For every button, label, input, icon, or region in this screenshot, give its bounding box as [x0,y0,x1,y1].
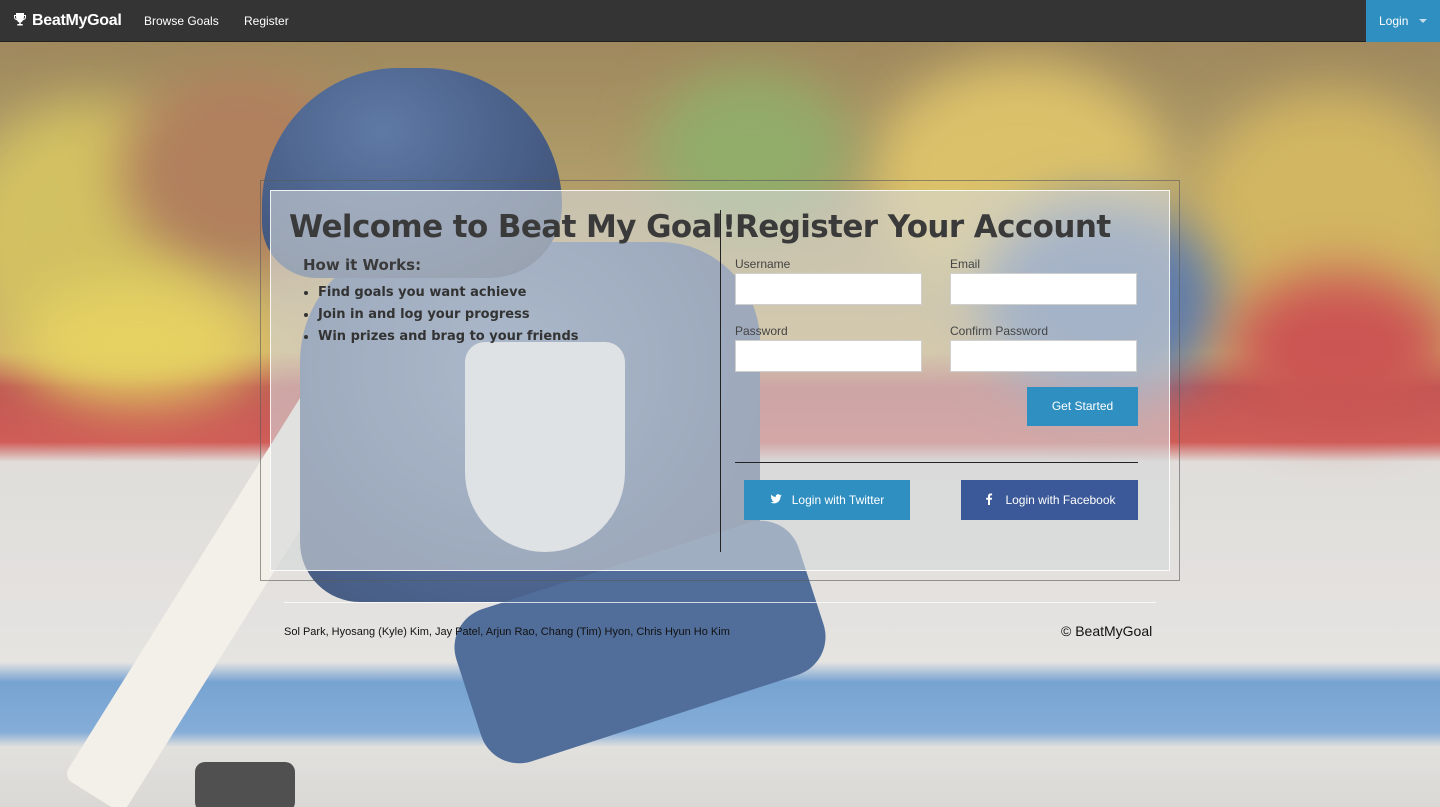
password-field[interactable] [735,340,922,372]
get-started-button[interactable]: Get Started [1027,387,1138,426]
username-label: Username [735,257,791,271]
login-label: Login [1379,14,1409,28]
how-it-works-list: Find goals you want achieve Join in and … [300,284,578,350]
trophy-icon [14,13,26,26]
confirm-password-label: Confirm Password [950,324,1049,338]
twitter-label: Login with Twitter [791,493,885,507]
welcome-title: Welcome to Beat My Goal! [289,209,736,245]
footer-copyright: © BeatMyGoal [1061,623,1153,639]
footer-divider [284,602,1156,603]
facebook-label: Login with Facebook [1005,493,1116,507]
list-item: Win prizes and brag to your friends [318,328,578,350]
list-item: Join in and log your progress [318,306,578,328]
email-label: Email [950,257,981,271]
register-title: Register Your Account [735,209,1111,245]
caret-down-icon [1419,19,1427,23]
email-field[interactable] [950,273,1137,305]
panel-vertical-divider [720,210,721,552]
confirm-password-field[interactable] [950,340,1137,372]
login-dropdown-button[interactable]: Login [1366,0,1440,42]
top-navbar: BeatMyGoal Browse Goals Register Login [0,0,1440,42]
social-divider [735,462,1138,463]
username-field[interactable] [735,273,922,305]
twitter-icon [770,494,782,504]
how-it-works-title: How it Works: [303,256,422,274]
facebook-icon [986,493,993,505]
nav-browse-goals[interactable]: Browse Goals [144,0,219,42]
login-facebook-button[interactable]: Login with Facebook [961,480,1138,520]
login-twitter-button[interactable]: Login with Twitter [744,480,910,520]
password-label: Password [735,324,788,338]
list-item: Find goals you want achieve [318,284,578,306]
nav-register[interactable]: Register [244,0,289,42]
brand-name: BeatMyGoal [32,12,122,29]
brand-link[interactable]: BeatMyGoal [13,0,122,42]
footer-credits: Sol Park, Hyosang (Kyle) Kim, Jay Patel,… [284,626,730,638]
